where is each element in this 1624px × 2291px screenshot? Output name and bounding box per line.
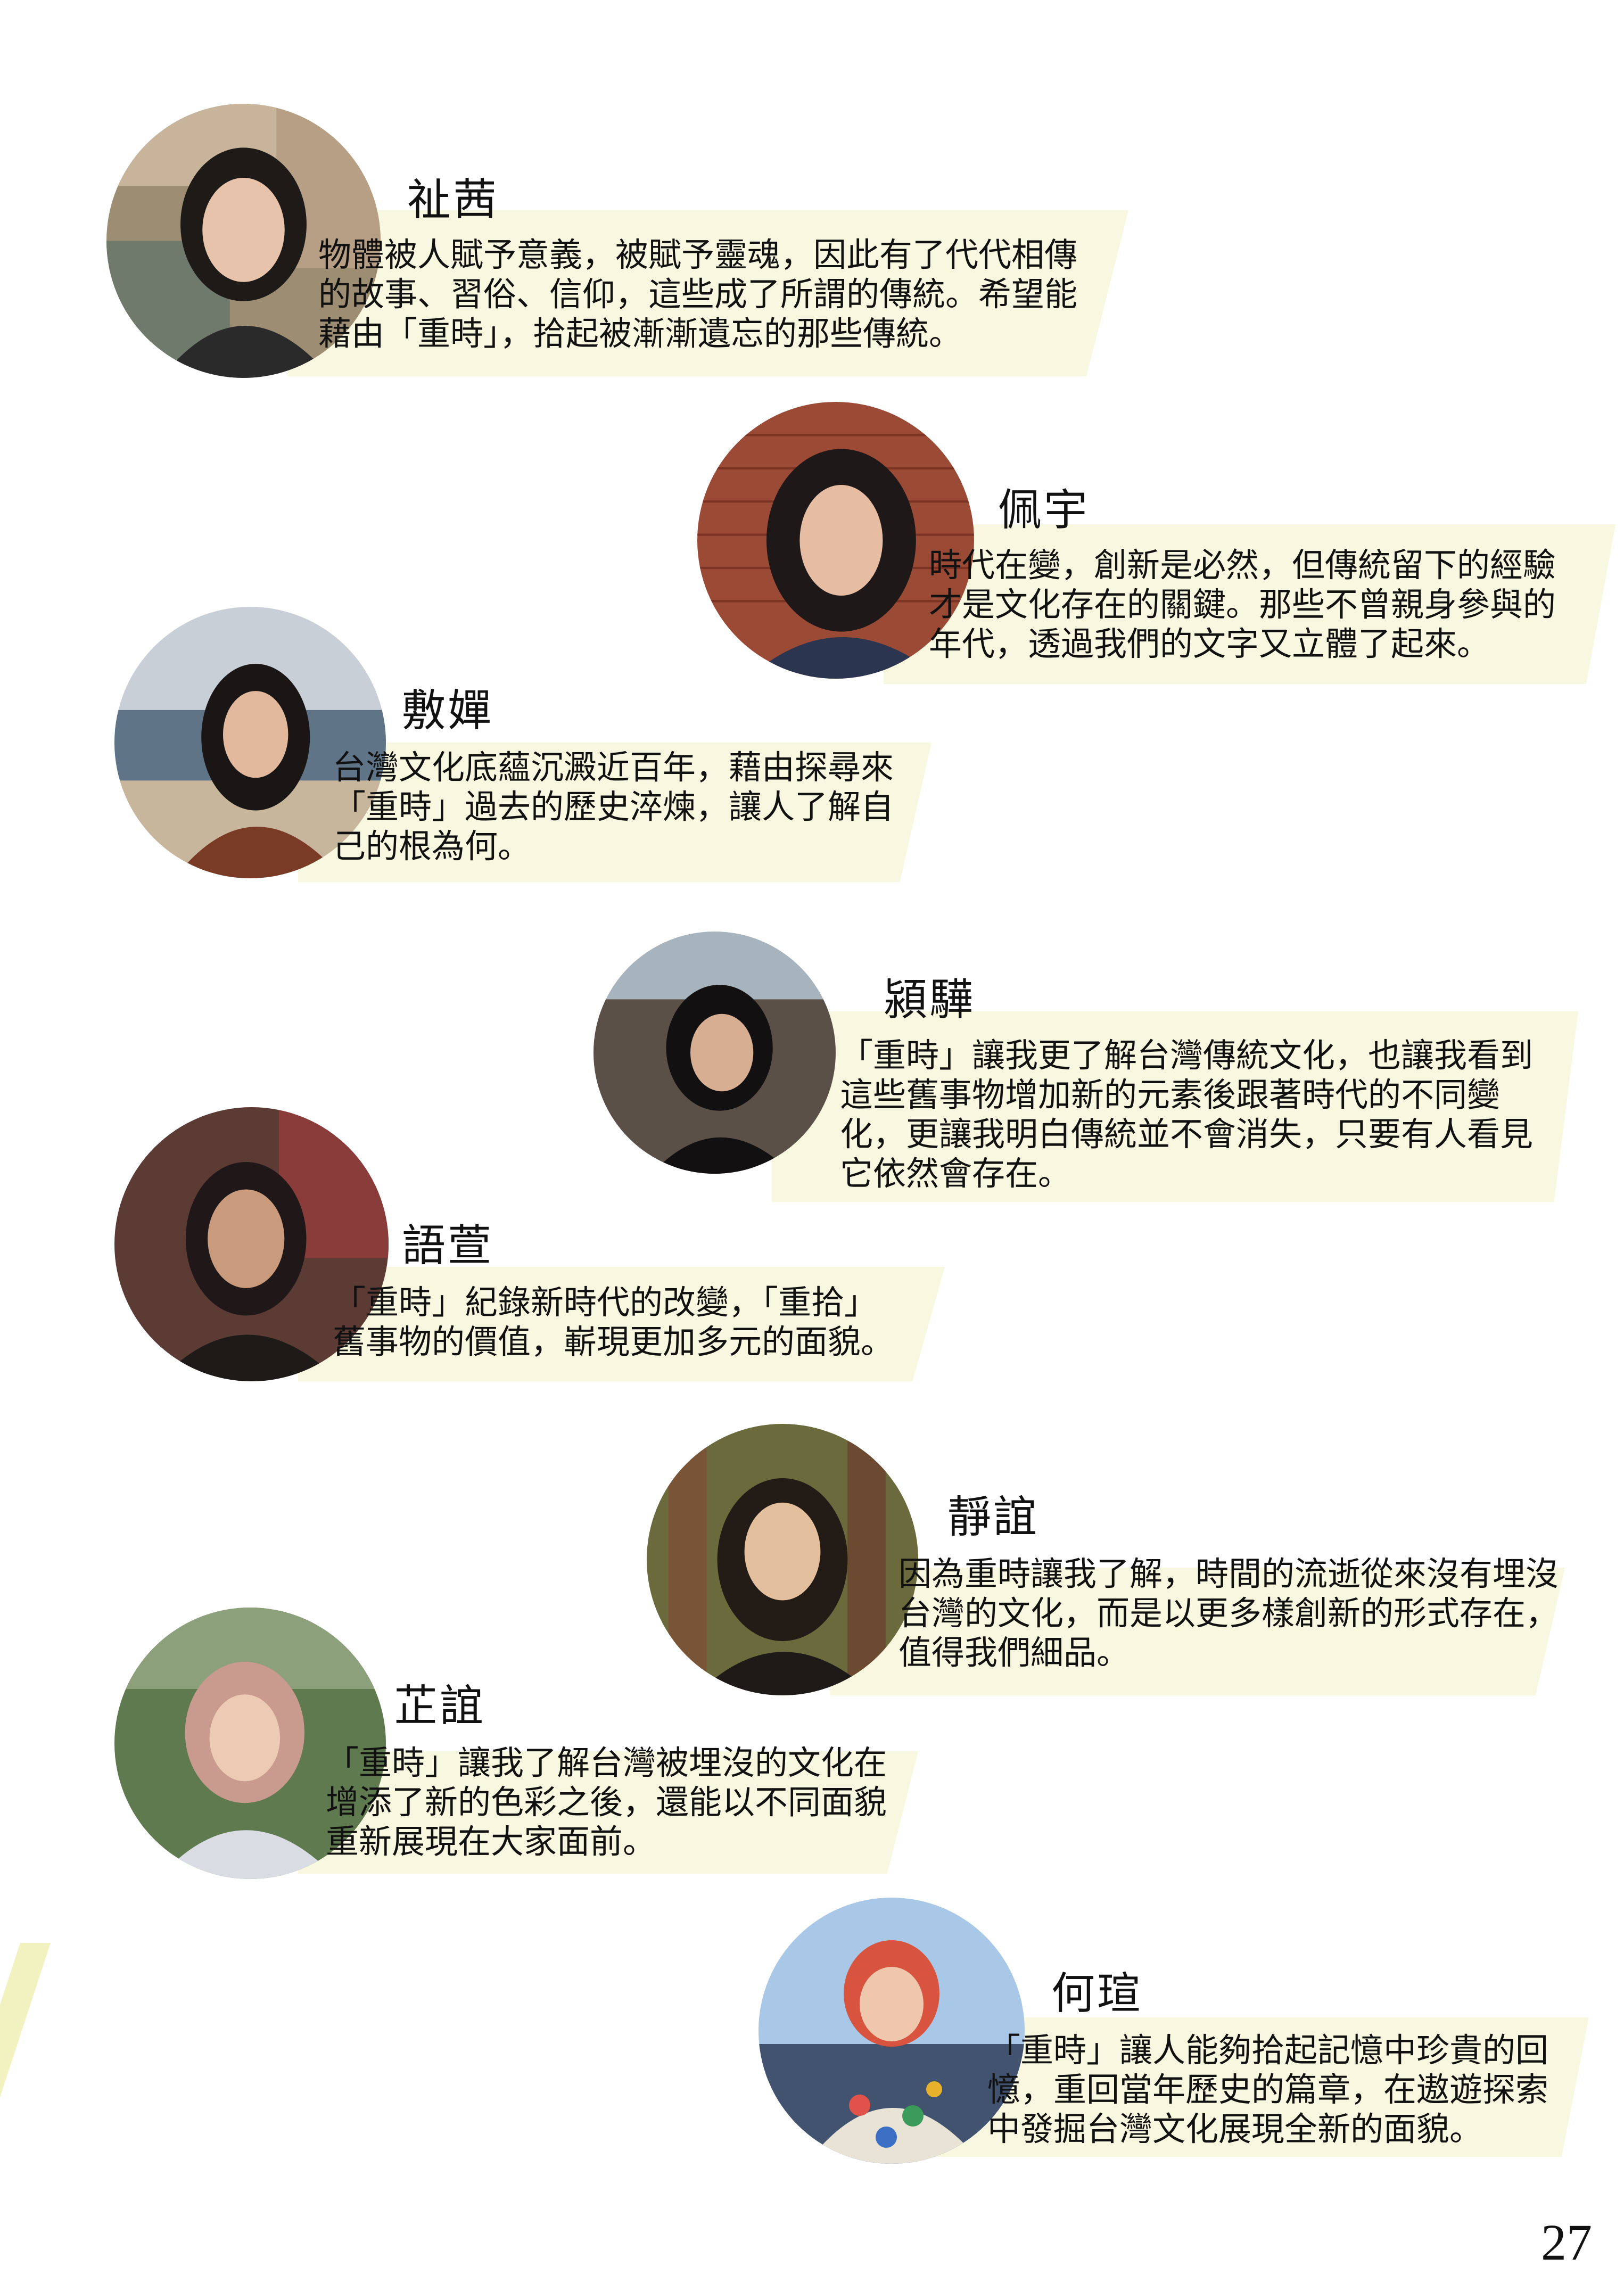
profile-3-quote-line: 己的根為何。 <box>333 827 531 866</box>
profile-1-name: 祉茜 <box>407 175 499 225</box>
profile-4-quote-line: 「重時」讓我更了解台灣傳統文化，也讓我看到 <box>840 1036 1534 1075</box>
profile-7-quote-line: 重新展現在大家面前。 <box>326 1822 656 1861</box>
page-number: 27 <box>1541 2214 1592 2271</box>
profile-5-quote-line: 「重時」紀錄新時代的改變，「重拾」 <box>333 1283 878 1322</box>
profile-2-quote-line: 年代，透過我們的文字又立體了起來。 <box>929 624 1490 663</box>
profile-4-quote-line: 化，更讓我明白傳統並不會消失，只要有人看見 <box>840 1115 1534 1153</box>
profile-8-name: 何瑄 <box>1051 1968 1143 2019</box>
profile-7-quote: 「重時」讓我了解台灣被埋沒的文化在 增添了新的色彩之後，還能以不同面貌 重新展現… <box>326 1743 887 1861</box>
profile-2-name: 佩宇 <box>998 485 1090 535</box>
profile-4-photo <box>593 932 836 1174</box>
profile-8-quote-line: 憶，重回當年歷史的篇章，在遨遊探索 <box>987 2070 1549 2109</box>
profile-8-quote: 「重時」讓人能夠拾起記憶中珍貴的回 憶，重回當年歷史的篇章，在遨遊探索 中發掘台… <box>987 2031 1548 2149</box>
profile-1-quote-line: 藉由「重時」，拾起被漸漸遺忘的那些傳統。 <box>318 314 962 353</box>
profile-2-quote: 時代在變，創新是必然，但傳統留下的經驗 才是文化存在的關鍵。那些不曾親身參與的 … <box>929 546 1556 664</box>
profile-1-quote-line: 物體被人賦予意義，被賦予靈魂，因此有了代代相傳 <box>318 235 1078 274</box>
profile-2-quote-line: 時代在變，創新是必然，但傳統留下的經驗 <box>929 546 1556 584</box>
profile-4-quote-line: 它依然會存在。 <box>840 1154 1071 1193</box>
profile-4-name: 潁驊 <box>884 975 976 1025</box>
profile-7-quote-line: 增添了新的色彩之後，還能以不同面貌 <box>326 1783 887 1822</box>
profile-8-photo <box>759 1898 1025 2164</box>
profile-6-name: 靜誼 <box>947 1492 1040 1543</box>
profile-6-photo <box>647 1424 918 1695</box>
profile-8-quote-line: 「重時」讓人能夠拾起記憶中珍貴的回 <box>987 2031 1549 2070</box>
profile-3-quote-line: 台灣文化底蘊沉澱近百年，藉由探尋來 <box>333 748 894 787</box>
profile-1-quote-line: 的故事、習俗、信仰，這些成了所謂的傳統。希望能 <box>318 275 1078 314</box>
profile-3-name: 敷嬋 <box>402 686 494 736</box>
decorative-left-shape <box>0 1943 51 2097</box>
profile-6-quote-line: 值得我們細品。 <box>898 1633 1130 1672</box>
profile-3-quote-line: 「重時」過去的歷史淬煉，讓人了解自 <box>333 787 894 826</box>
profile-6-quote-line: 台灣的文化，而是以更多樣創新的形式存在， <box>898 1594 1559 1633</box>
profile-7-quote-line: 「重時」讓我了解台灣被埋沒的文化在 <box>326 1743 887 1782</box>
profile-4-quote-line: 這些舊事物增加新的元素後跟著時代的不同變 <box>840 1075 1501 1114</box>
profile-6-quote: 因為重時讓我了解，時間的流逝從來沒有埋沒 台灣的文化，而是以更多樣創新的形式存在… <box>898 1554 1559 1672</box>
profile-2-quote-line: 才是文化存在的關鍵。那些不曾親身參與的 <box>929 585 1556 624</box>
profile-7-name: 芷誼 <box>394 1681 486 1732</box>
profile-4-quote: 「重時」讓我更了解台灣傳統文化，也讓我看到 這些舊事物增加新的元素後跟著時代的不… <box>840 1036 1533 1193</box>
profile-5-quote-line: 舊事物的價值，嶄現更加多元的面貌。 <box>333 1322 894 1361</box>
profile-5-quote: 「重時」紀錄新時代的改變，「重拾」 舊事物的價值，嶄現更加多元的面貌。 <box>333 1283 894 1362</box>
profile-3-quote: 台灣文化底蘊沉澱近百年，藉由探尋來 「重時」過去的歷史淬煉，讓人了解自 己的根為… <box>333 748 894 866</box>
profile-5-name: 語萱 <box>402 1221 494 1271</box>
profile-8-quote-line: 中發掘台灣文化展現全新的面貌。 <box>987 2109 1483 2148</box>
profile-1-quote: 物體被人賦予意義，被賦予靈魂，因此有了代代相傳 的故事、習俗、信仰，這些成了所謂… <box>318 235 1077 353</box>
profile-6-quote-line: 因為重時讓我了解，時間的流逝從來沒有埋沒 <box>898 1554 1559 1593</box>
